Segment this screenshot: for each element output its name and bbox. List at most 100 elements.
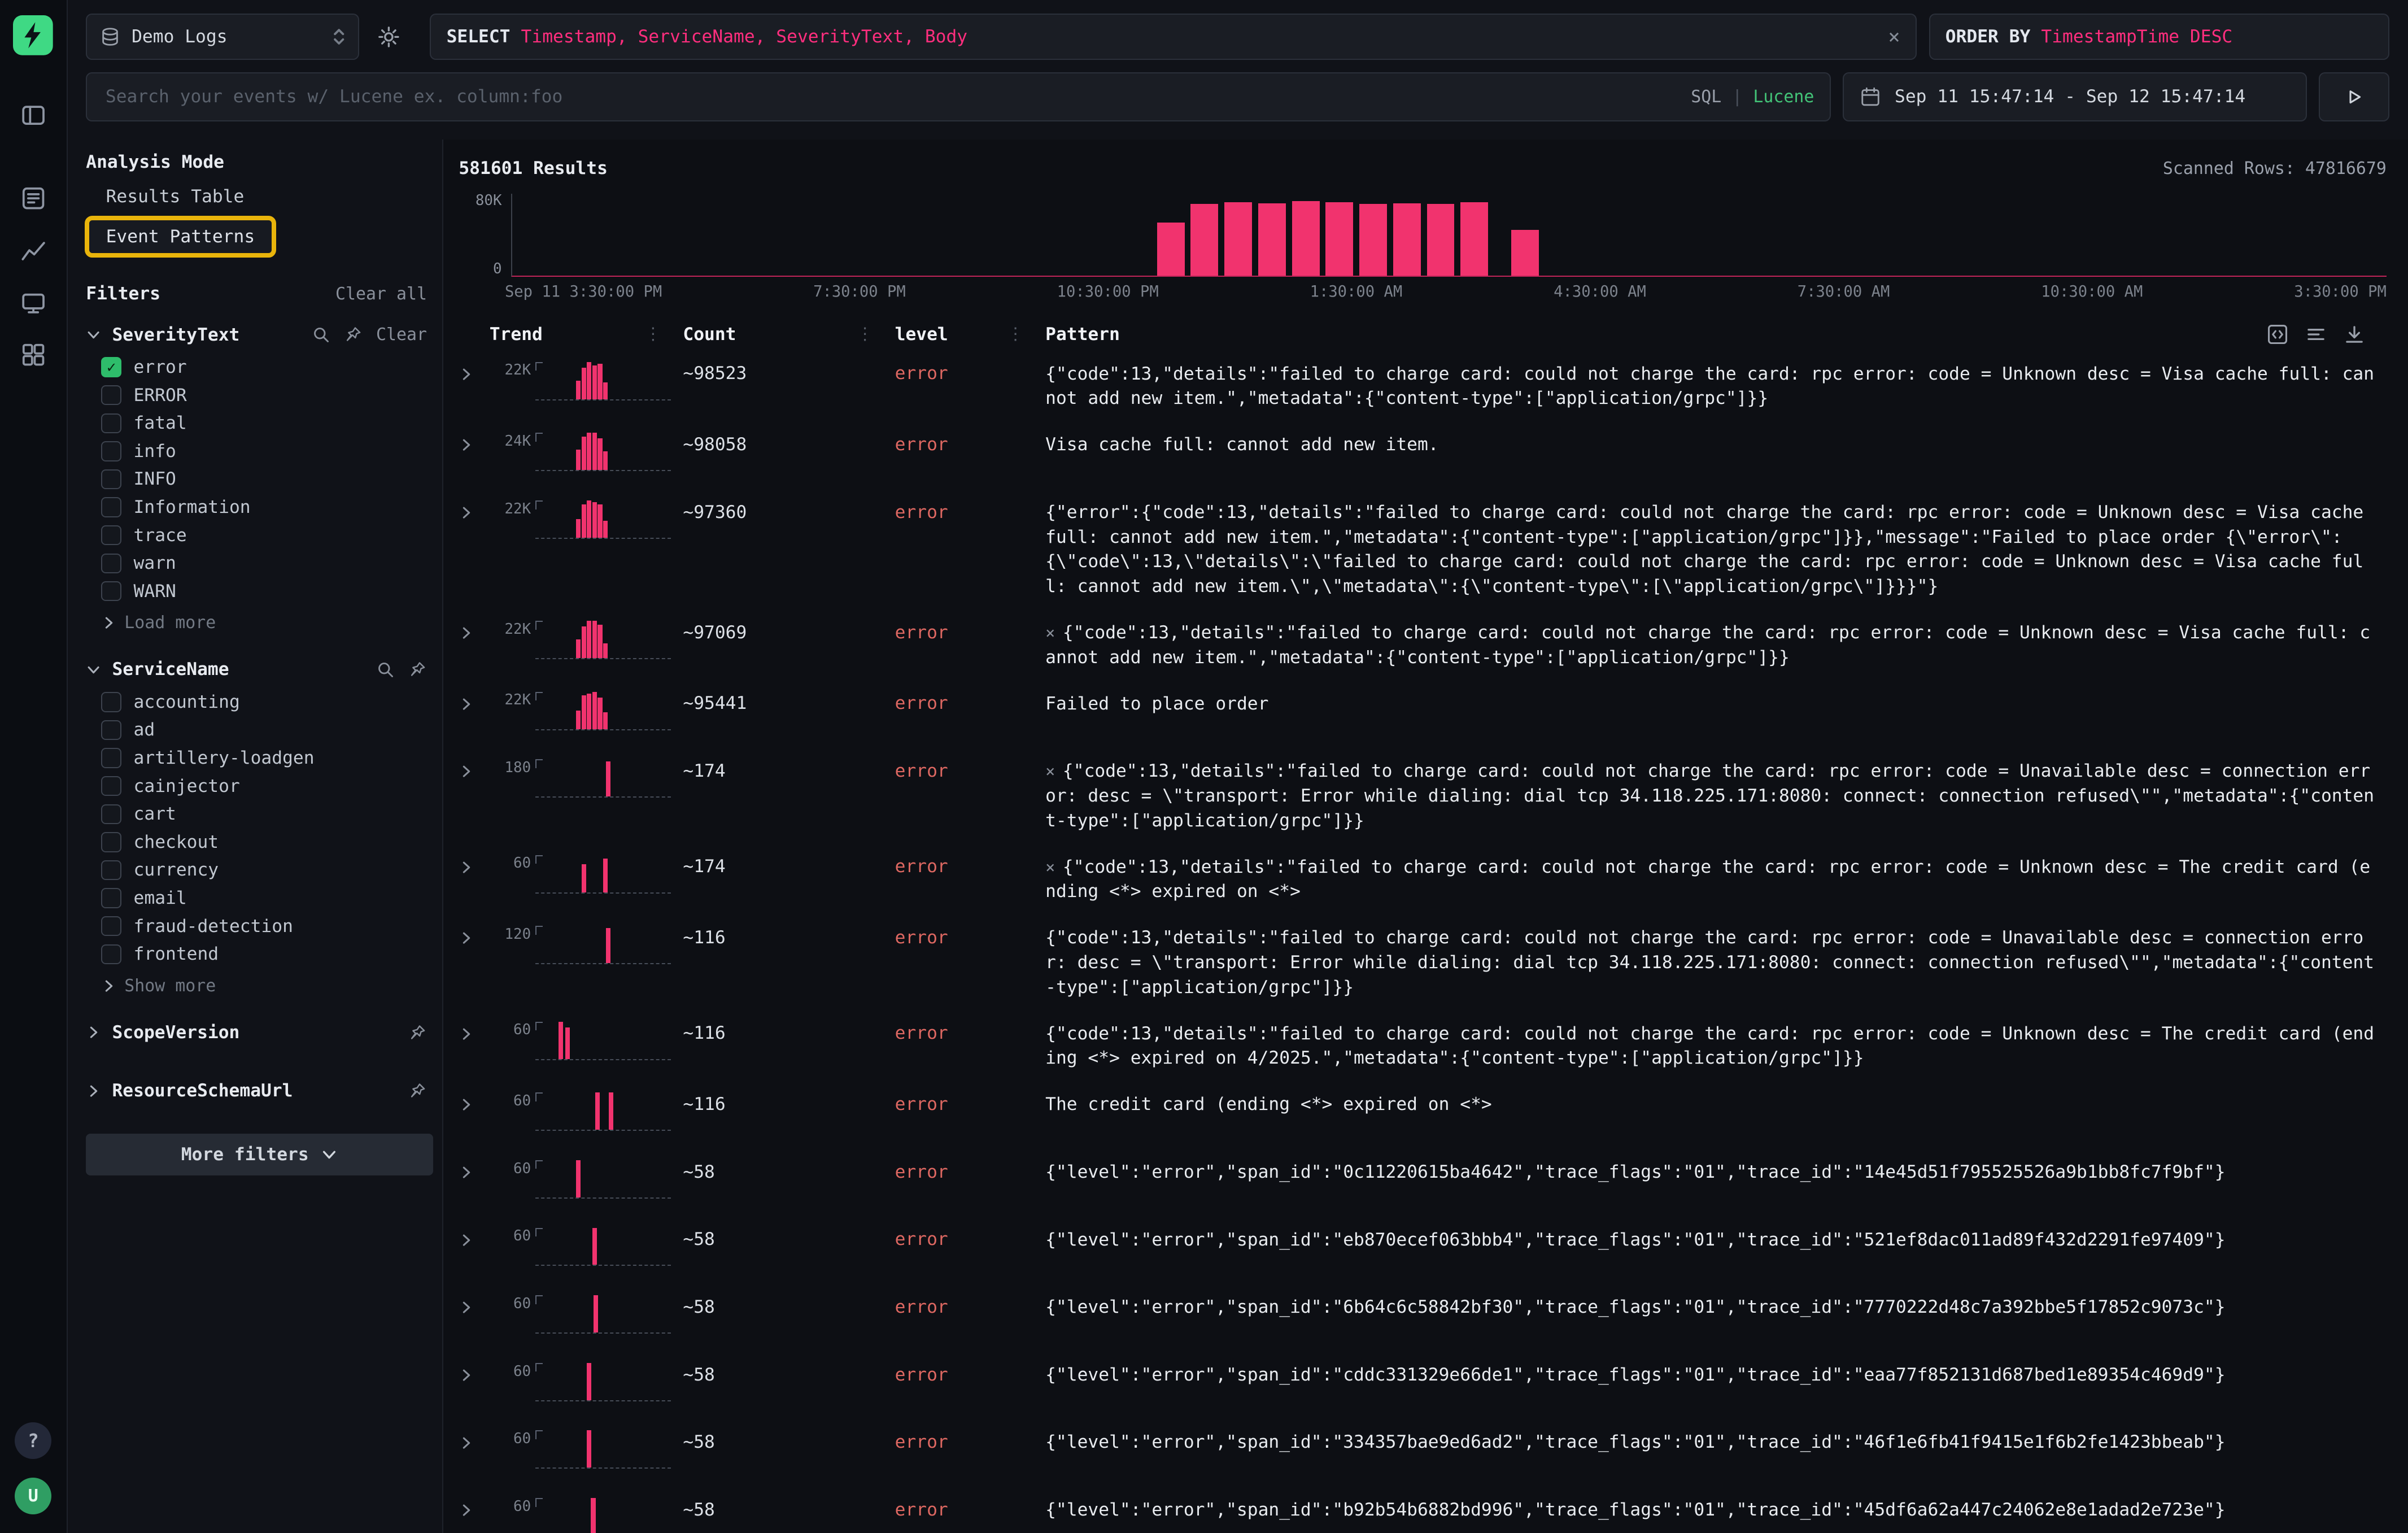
checkbox-unchecked[interactable]	[101, 776, 121, 796]
filter-checkbox-row[interactable]: ERROR	[86, 381, 430, 410]
pattern-row[interactable]: 22K~97360error{"error":{"code":13,"detai…	[459, 488, 2387, 608]
expand-row-chevron[interactable]	[459, 1157, 489, 1180]
checkbox-unchecked[interactable]	[101, 720, 121, 740]
checkbox-checked[interactable]	[101, 357, 121, 377]
sessions-monitor-icon[interactable]	[10, 280, 56, 326]
pattern-text[interactable]: Visa cache full: cannot add new item.	[1045, 430, 2387, 458]
chevron-right-icon[interactable]	[86, 1025, 101, 1040]
mode-results-table[interactable]: Results Table	[89, 180, 261, 213]
expand-row-chevron[interactable]	[459, 852, 489, 875]
pattern-row[interactable]: 24K~98058errorVisa cache full: cannot ad…	[459, 421, 2387, 489]
sql-mode-toggle[interactable]: SQL	[1691, 87, 1721, 107]
filter-checkbox-row[interactable]: accounting	[86, 688, 430, 716]
pattern-text[interactable]: {"level":"error","span_id":"cddc331329e6…	[1045, 1360, 2387, 1387]
order-by-input[interactable]: ORDER BY TimestampTime DESC	[1929, 14, 2390, 60]
pin-icon[interactable]	[408, 1024, 427, 1042]
checkbox-unchecked[interactable]	[101, 469, 121, 489]
pattern-row[interactable]: 60~58error{"level":"error","span_id":"0c…	[459, 1148, 2387, 1216]
expand-row-chevron[interactable]	[459, 430, 489, 453]
expand-row-chevron[interactable]	[459, 498, 489, 521]
pattern-row[interactable]: 60~116error{"code":13,"details":"failed …	[459, 1009, 2387, 1081]
search-input[interactable]	[102, 85, 1691, 108]
filter-checkbox-row[interactable]: INFO	[86, 465, 430, 494]
pattern-text[interactable]: {"code":13,"details":"failed to charge c…	[1045, 1018, 2387, 1071]
checkbox-unchecked[interactable]	[101, 554, 121, 573]
column-list-icon[interactable]	[2305, 324, 2327, 345]
pin-icon[interactable]	[408, 1082, 427, 1100]
pin-icon[interactable]	[344, 325, 363, 344]
pattern-text[interactable]: Failed to place order	[1045, 689, 2387, 716]
pattern-row[interactable]: 60~58error{"level":"error","span_id":"eb…	[459, 1216, 2387, 1283]
logs-search-icon[interactable]	[10, 175, 56, 221]
pattern-text[interactable]: {"level":"error","span_id":"334357bae9ed…	[1045, 1427, 2387, 1455]
user-avatar[interactable]: U	[15, 1478, 51, 1514]
sidebar-toggle-icon[interactable]	[10, 92, 56, 138]
expand-row-chevron[interactable]	[459, 618, 489, 641]
expand-row-chevron[interactable]	[459, 1292, 489, 1316]
expand-row-chevron[interactable]	[459, 1360, 489, 1383]
pattern-row[interactable]: 60~116errorThe credit card (ending <*> e…	[459, 1080, 2387, 1148]
download-icon[interactable]	[2344, 324, 2365, 345]
pattern-row[interactable]: 60~174error×{"code":13,"details":"failed…	[459, 843, 2387, 914]
checkbox-unchecked[interactable]	[101, 525, 121, 545]
pattern-text[interactable]: {"level":"error","span_id":"eb870ecef063…	[1045, 1225, 2387, 1252]
mode-event-patterns[interactable]: Event Patterns	[89, 220, 272, 253]
pattern-text[interactable]: ×{"code":13,"details":"failed to charge …	[1045, 852, 2387, 904]
filter-checkbox-row[interactable]: WARN	[86, 577, 430, 606]
filter-checkbox-row[interactable]: trace	[86, 521, 430, 550]
filter-checkbox-row[interactable]: fraud-detection	[86, 912, 430, 940]
run-query-button[interactable]	[2319, 72, 2389, 121]
pattern-row[interactable]: 22K~97069error×{"code":13,"details":"fai…	[459, 608, 2387, 680]
checkbox-unchecked[interactable]	[101, 832, 121, 852]
checkbox-unchecked[interactable]	[101, 860, 121, 880]
filter-checkbox-row[interactable]: fatal	[86, 409, 430, 437]
chevron-down-icon[interactable]	[86, 662, 101, 677]
header-level[interactable]: level⋮	[895, 324, 1046, 345]
search-icon[interactable]	[312, 325, 330, 344]
filter-checkbox-row[interactable]: Information	[86, 493, 430, 521]
facet-footer-button[interactable]: Show more	[86, 968, 430, 999]
filter-checkbox-row[interactable]: info	[86, 437, 430, 465]
dashboards-grid-icon[interactable]	[10, 332, 56, 378]
pattern-row[interactable]: 22K~95441errorFailed to place order	[459, 680, 2387, 747]
expand-row-chevron[interactable]	[459, 923, 489, 946]
header-trend[interactable]: Trend⋮	[490, 324, 683, 345]
pattern-text[interactable]: ×{"code":13,"details":"failed to charge …	[1045, 618, 2387, 670]
checkbox-unchecked[interactable]	[101, 804, 121, 824]
header-count[interactable]: Count⋮	[683, 324, 895, 345]
pattern-text[interactable]: The credit card (ending <*> expired on <…	[1045, 1090, 2387, 1117]
chart-explorer-icon[interactable]	[10, 227, 56, 273]
pattern-row[interactable]: 60~58error{"level":"error","span_id":"6b…	[459, 1283, 2387, 1351]
source-select[interactable]: Demo Logs	[86, 14, 359, 60]
expand-row-chevron[interactable]	[459, 1495, 489, 1518]
chevron-right-icon[interactable]	[86, 1083, 101, 1099]
chevron-down-icon[interactable]	[86, 327, 101, 342]
sql-query-input[interactable]: SELECT Timestamp, ServiceName, SeverityT…	[430, 14, 1916, 60]
checkbox-unchecked[interactable]	[101, 413, 121, 433]
filter-checkbox-row[interactable]: ad	[86, 716, 430, 744]
pattern-text[interactable]: {"code":13,"details":"failed to charge c…	[1045, 359, 2387, 411]
pattern-row[interactable]: 60~58error{"level":"error","span_id":"33…	[459, 1418, 2387, 1486]
lucene-mode-toggle[interactable]: Lucene	[1753, 87, 1814, 107]
column-drag-handle[interactable]: ⋮	[644, 324, 661, 344]
expand-row-chevron[interactable]	[459, 689, 489, 712]
filter-checkbox-row[interactable]: error	[86, 353, 430, 381]
pattern-text[interactable]: {"code":13,"details":"failed to charge c…	[1045, 923, 2387, 1000]
checkbox-unchecked[interactable]	[101, 581, 121, 601]
expand-row-chevron[interactable]	[459, 359, 489, 382]
filter-checkbox-row[interactable]: currency	[86, 856, 430, 885]
clear-query-icon[interactable]: ×	[1876, 25, 1900, 49]
filter-checkbox-row[interactable]: checkout	[86, 828, 430, 856]
pattern-row[interactable]: 120~116error{"code":13,"details":"failed…	[459, 914, 2387, 1009]
pin-icon[interactable]	[408, 660, 427, 679]
checkbox-unchecked[interactable]	[101, 888, 121, 908]
checkbox-unchecked[interactable]	[101, 748, 121, 768]
checkbox-unchecked[interactable]	[101, 916, 121, 936]
expand-row-chevron[interactable]	[459, 1427, 489, 1451]
facet-footer-button[interactable]: Load more	[86, 606, 430, 636]
search-icon[interactable]	[376, 660, 395, 679]
column-drag-handle[interactable]: ⋮	[1007, 324, 1024, 344]
pattern-text[interactable]: {"level":"error","span_id":"6b64c6c58842…	[1045, 1292, 2387, 1320]
pattern-text[interactable]: {"level":"error","span_id":"b92b54b6882b…	[1045, 1495, 2387, 1523]
expand-row-chevron[interactable]	[459, 1090, 489, 1113]
